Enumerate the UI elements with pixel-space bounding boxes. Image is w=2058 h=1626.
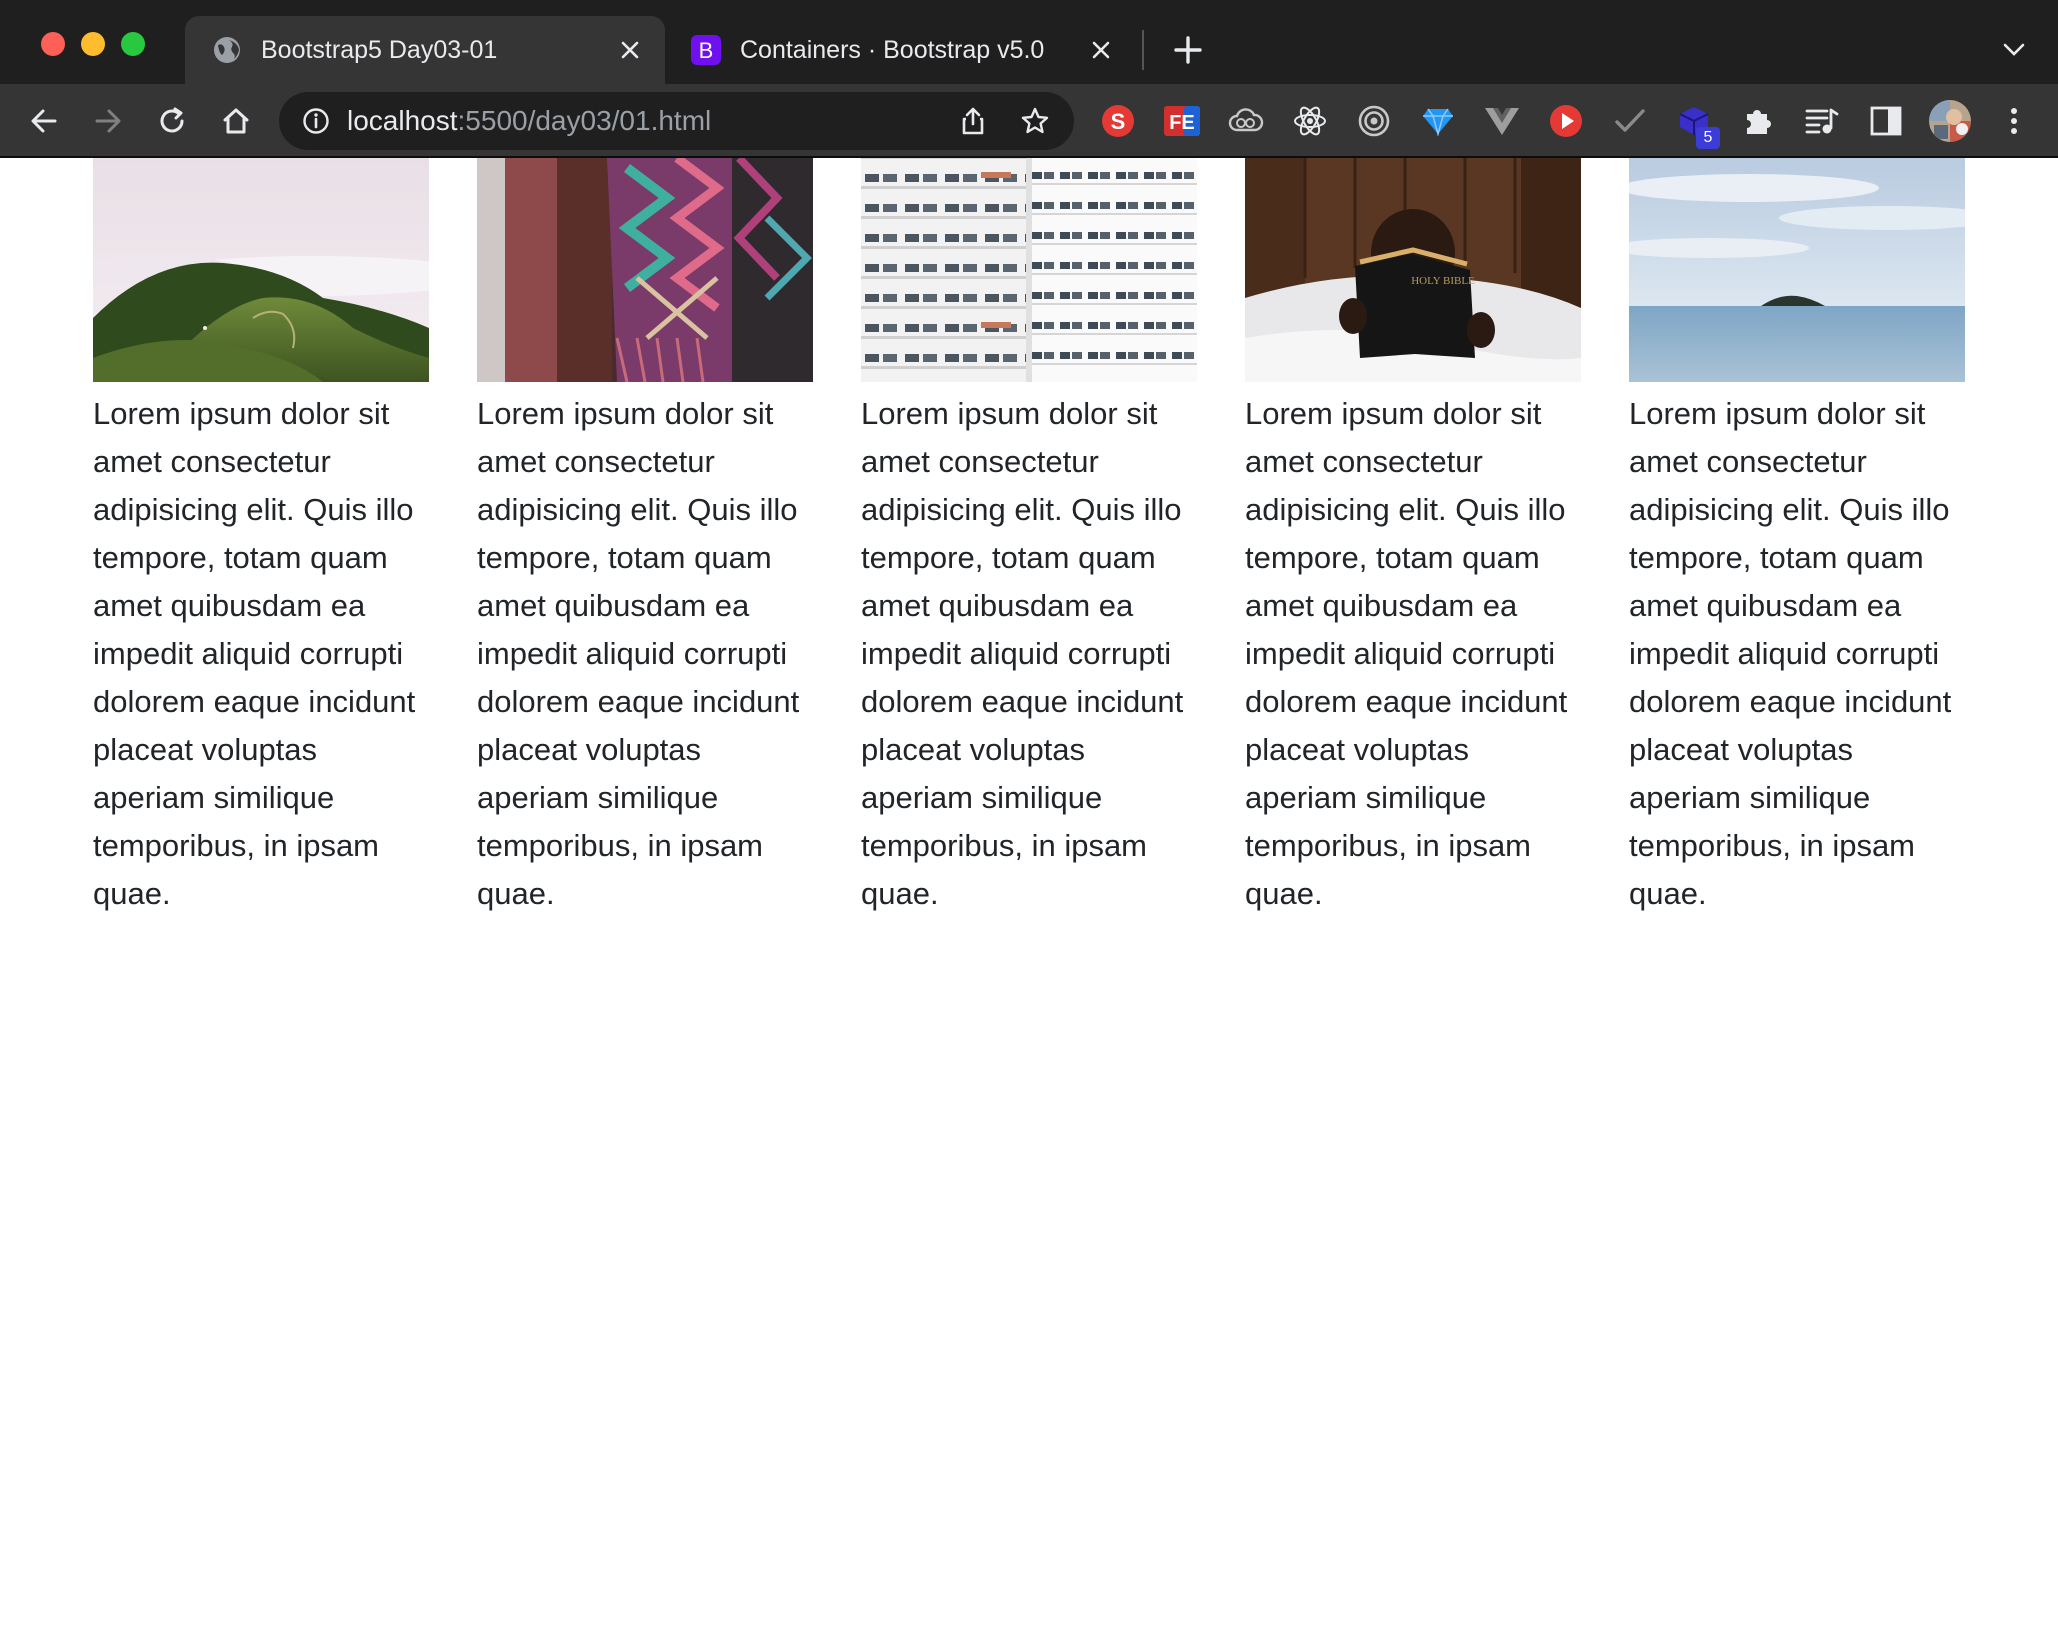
side-panel-icon[interactable]	[1864, 99, 1908, 143]
page-content: Lorem ipsum dolor sit amet consectetur a…	[0, 158, 2058, 1626]
s-extension-icon[interactable]: S	[1096, 99, 1140, 143]
cloud-extension-icon[interactable]	[1224, 99, 1268, 143]
tab-strip: Bootstrap5 Day03-01 B Containers · Boots…	[0, 0, 2058, 84]
mountain-landscape-image	[93, 158, 429, 382]
cube-extension-icon[interactable]: 5	[1672, 99, 1720, 149]
tab-bootstrap5-day03[interactable]: Bootstrap5 Day03-01	[185, 16, 665, 84]
svg-text:FE: FE	[1169, 112, 1195, 134]
close-tab-icon[interactable]	[613, 33, 647, 67]
card-paragraph: Lorem ipsum dolor sit amet consectetur a…	[1629, 396, 1952, 911]
kebab-menu-icon[interactable]	[1992, 99, 2036, 143]
content-column: Lorem ipsum dolor sit amet consectetur a…	[93, 158, 429, 918]
check-extension-icon[interactable]	[1608, 99, 1652, 143]
maximize-window-button[interactable]	[121, 32, 145, 56]
minimize-window-button[interactable]	[81, 32, 105, 56]
tab-containers-bootstrap[interactable]: B Containers · Bootstrap v5.0	[666, 16, 1136, 84]
play-extension-icon[interactable]	[1544, 99, 1588, 143]
svg-text:HOLY BIBLE: HOLY BIBLE	[1411, 275, 1475, 287]
content-column: Lorem ipsum dolor sit amet consectetur a…	[1629, 158, 1965, 918]
url-host: localhost	[347, 105, 458, 136]
content-column: Lorem ipsum dolor sit amet consectetur a…	[861, 158, 1197, 918]
url-text[interactable]: localhost:5500/day03/01.html	[347, 105, 950, 137]
site-info-icon[interactable]	[301, 106, 331, 136]
card-paragraph: Lorem ipsum dolor sit amet consectetur a…	[1245, 396, 1568, 911]
calm-sea-island-image	[1629, 158, 1965, 382]
bootstrap-icon: B	[690, 34, 722, 66]
close-window-button[interactable]	[41, 32, 65, 56]
bookmark-star-icon[interactable]	[1012, 98, 1058, 144]
new-tab-button[interactable]	[1168, 30, 1208, 70]
content-column: HOLY BIBLE Lorem ipsum dolor sit amet co…	[1245, 158, 1581, 918]
card-paragraph: Lorem ipsum dolor sit amet consectetur a…	[861, 396, 1184, 911]
tab-search-chevron-icon[interactable]	[1994, 32, 2034, 68]
puzzle-icon[interactable]	[1736, 99, 1780, 143]
building-facade-image	[861, 158, 1197, 382]
woven-blanket-image	[477, 158, 813, 382]
close-tab-icon[interactable]	[1084, 33, 1118, 67]
content-column: Lorem ipsum dolor sit amet consectetur a…	[477, 158, 813, 918]
card-paragraph: Lorem ipsum dolor sit amet consectetur a…	[477, 396, 800, 911]
target-extension-icon[interactable]	[1352, 99, 1396, 143]
svg-text:S: S	[1111, 109, 1126, 134]
tab-title: Containers · Bootstrap v5.0	[740, 35, 1045, 64]
svg-text:B: B	[699, 38, 714, 63]
reading-list-icon[interactable]	[1800, 99, 1844, 143]
card-paragraph: Lorem ipsum dolor sit amet consectetur a…	[93, 396, 416, 911]
extension-badge: 5	[1696, 127, 1720, 149]
react-devtools-icon[interactable]	[1288, 99, 1332, 143]
profile-avatar[interactable]	[1928, 99, 1972, 143]
vue-devtools-icon[interactable]	[1480, 99, 1524, 143]
tab-title: Bootstrap5 Day03-01	[261, 35, 498, 64]
reload-icon[interactable]	[149, 98, 195, 144]
globe-icon	[211, 34, 243, 66]
forward-arrow-icon[interactable]	[85, 98, 131, 144]
url-path: :5500/day03/01.html	[457, 105, 712, 136]
gem-extension-icon[interactable]	[1416, 99, 1460, 143]
share-icon[interactable]	[950, 98, 996, 144]
reading-bible-image: HOLY BIBLE	[1245, 158, 1581, 382]
home-icon[interactable]	[213, 98, 259, 144]
address-bar[interactable]: localhost:5500/day03/01.html	[279, 92, 1074, 150]
fe-extension-icon[interactable]: FE	[1160, 99, 1204, 143]
browser-toolbar: localhost:5500/day03/01.html S FE 5	[0, 84, 2058, 158]
tab-separator	[1142, 30, 1144, 70]
back-arrow-icon[interactable]	[21, 98, 67, 144]
